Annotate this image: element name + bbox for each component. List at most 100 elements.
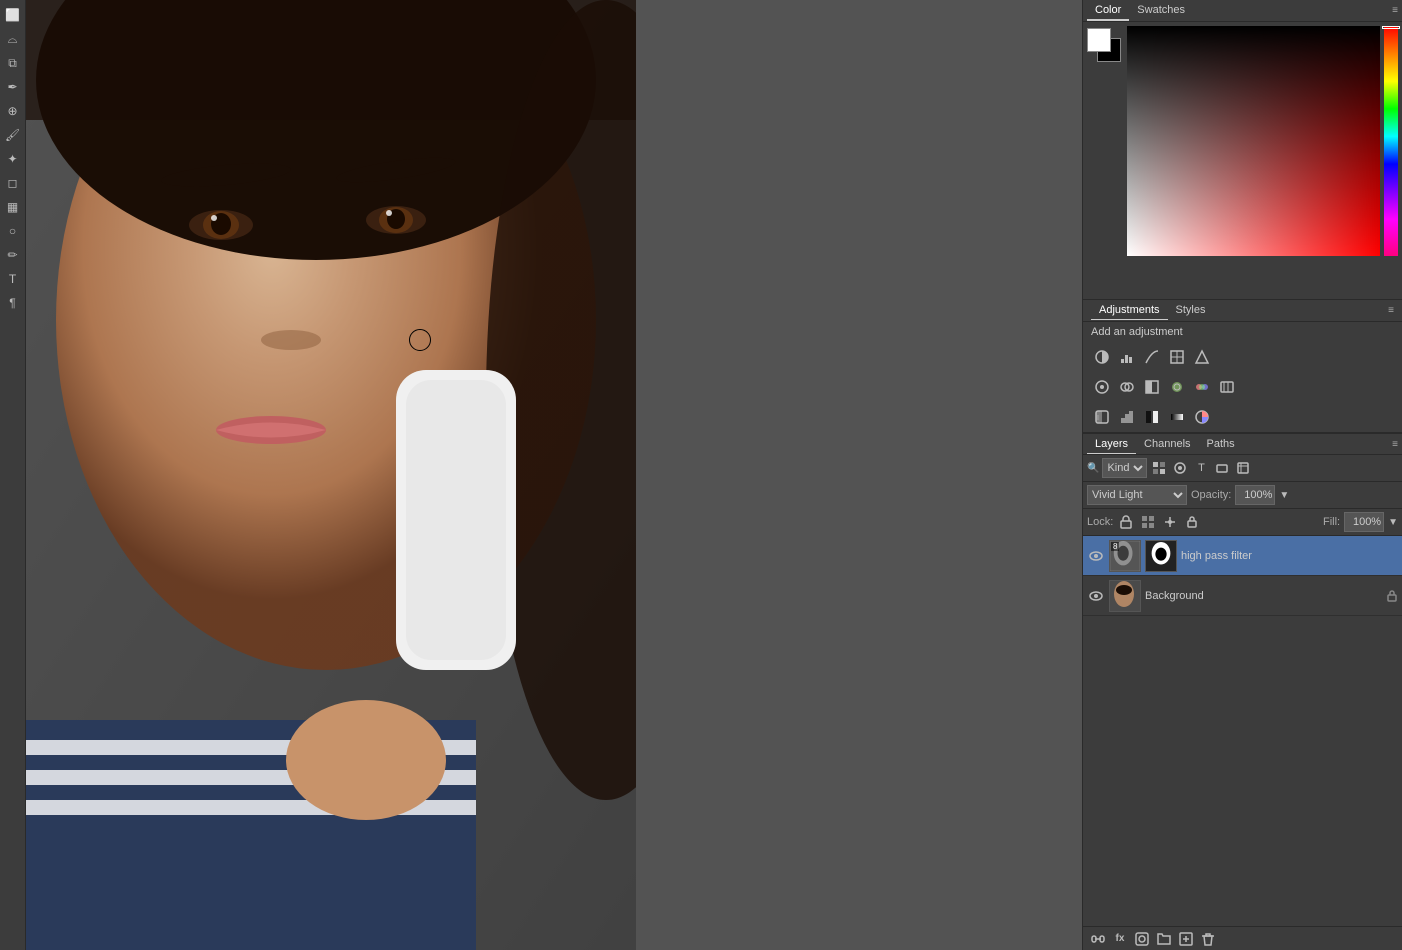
- tab-styles[interactable]: Styles: [1168, 301, 1214, 320]
- lock-all-icon[interactable]: [1183, 513, 1201, 531]
- opacity-label: Opacity:: [1191, 489, 1231, 501]
- svg-text:I: I: [1097, 415, 1099, 422]
- lock-pixels-icon[interactable]: [1117, 513, 1135, 531]
- fill-input[interactable]: 100%: [1344, 512, 1384, 532]
- tab-swatches[interactable]: Swatches: [1129, 1, 1193, 21]
- add-mask-button[interactable]: [1133, 930, 1151, 948]
- type-filter-icon[interactable]: T: [1192, 459, 1210, 477]
- channel-mixer-icon[interactable]: [1191, 376, 1213, 398]
- pixel-filter-icon[interactable]: [1150, 459, 1168, 477]
- lock-position-icon[interactable]: [1161, 513, 1179, 531]
- color-panel-menu[interactable]: ≡: [1392, 5, 1398, 16]
- fg-bg-swatches: [1087, 28, 1121, 62]
- tab-adjustments[interactable]: Adjustments: [1091, 301, 1168, 320]
- layer-mask-thumb: [1145, 540, 1177, 572]
- link-layers-button[interactable]: [1089, 930, 1107, 948]
- tab-paths[interactable]: Paths: [1199, 435, 1243, 454]
- gradient-picker: [1127, 26, 1398, 295]
- new-layer-button[interactable]: [1177, 930, 1195, 948]
- layers-panel: Layers Channels Paths ≡ 🔍 Kind T: [1083, 433, 1402, 950]
- levels-icon[interactable]: [1116, 346, 1138, 368]
- color-gradient-field[interactable]: [1127, 26, 1380, 256]
- dodge-tool[interactable]: ○: [2, 220, 24, 242]
- color-panel: Color Swatches ≡: [1083, 0, 1402, 300]
- layers-kind-row: 🔍 Kind T: [1083, 455, 1402, 482]
- color-lookup-icon[interactable]: [1216, 376, 1238, 398]
- type-tool[interactable]: T: [2, 268, 24, 290]
- pen-tool[interactable]: ✏: [2, 244, 24, 266]
- foreground-swatch[interactable]: [1087, 28, 1111, 52]
- layer-row-background[interactable]: Background: [1083, 576, 1402, 616]
- adjustment-icons-row3: I: [1083, 402, 1402, 432]
- lasso-tool[interactable]: ⌓: [2, 28, 24, 50]
- layers-header: Layers Channels Paths ≡: [1083, 433, 1402, 455]
- add-adjustment-label: Add an adjustment: [1083, 322, 1402, 342]
- spectrum-indicator: [1382, 26, 1400, 29]
- photo-filter-icon[interactable]: [1166, 376, 1188, 398]
- blend-mode-select[interactable]: Vivid Light: [1087, 485, 1187, 505]
- lock-label: Lock:: [1087, 516, 1113, 528]
- vibrance-icon[interactable]: [1191, 346, 1213, 368]
- brightness-contrast-icon[interactable]: [1091, 346, 1113, 368]
- adjustments-panel: Adjustments Styles ≡ Add an adjustment: [1083, 300, 1402, 433]
- right-panel: Color Swatches ≡: [1082, 0, 1402, 950]
- shape-filter-icon[interactable]: [1213, 459, 1231, 477]
- adj-tabs: Adjustments Styles: [1091, 301, 1214, 320]
- crop-tool[interactable]: ⧉: [2, 52, 24, 74]
- canvas-area: [26, 0, 1082, 950]
- gradient-tool[interactable]: ▦: [2, 196, 24, 218]
- fill-arrow[interactable]: ▼: [1388, 517, 1398, 528]
- invert-icon[interactable]: I: [1091, 406, 1113, 428]
- color-picker-area: [1083, 22, 1402, 299]
- layers-tabs: Layers Channels Paths: [1087, 435, 1243, 454]
- layers-bottom-toolbar: fx: [1083, 926, 1402, 950]
- posterize-icon[interactable]: [1116, 406, 1138, 428]
- kind-select[interactable]: Kind: [1102, 458, 1147, 478]
- layer-name-background: Background: [1145, 590, 1382, 602]
- hue-saturation-icon[interactable]: [1091, 376, 1113, 398]
- layer-thumb-background: [1109, 580, 1141, 612]
- layer-visibility-background[interactable]: [1087, 587, 1105, 605]
- brush-tool[interactable]: 🖌: [2, 124, 24, 146]
- fill-label: Fill:: [1323, 516, 1340, 528]
- selective-color-icon[interactable]: [1191, 406, 1213, 428]
- photo-container: [26, 0, 636, 950]
- delete-layer-button[interactable]: [1199, 930, 1217, 948]
- adj-filter-icon[interactable]: [1171, 459, 1189, 477]
- black-white-icon[interactable]: [1141, 376, 1163, 398]
- color-balance-icon[interactable]: [1116, 376, 1138, 398]
- path-selection-tool[interactable]: ¶: [2, 292, 24, 314]
- tab-color[interactable]: Color: [1087, 1, 1129, 21]
- layers-panel-menu[interactable]: ≡: [1392, 439, 1398, 450]
- gradient-map-icon[interactable]: [1166, 406, 1188, 428]
- eyedropper-tool[interactable]: ✒: [2, 76, 24, 98]
- exposure-icon[interactable]: [1166, 346, 1188, 368]
- opacity-arrow[interactable]: ▼: [1279, 490, 1289, 501]
- canvas-image: [26, 0, 636, 950]
- opacity-input[interactable]: 100%: [1235, 485, 1275, 505]
- filter-icon: 🔍: [1087, 463, 1099, 474]
- layer-row-high-pass[interactable]: 8 high pass filter: [1083, 536, 1402, 576]
- lock-image-icon[interactable]: [1139, 513, 1157, 531]
- layer-fx-button[interactable]: fx: [1111, 930, 1129, 948]
- adjustments-panel-menu[interactable]: ≡: [1388, 305, 1394, 316]
- layers-blend-row: Vivid Light Opacity: 100% ▼: [1083, 482, 1402, 509]
- smartobj-filter-icon[interactable]: [1234, 459, 1252, 477]
- threshold-icon[interactable]: [1141, 406, 1163, 428]
- tab-layers[interactable]: Layers: [1087, 435, 1136, 454]
- clone-stamp-tool[interactable]: ✦: [2, 148, 24, 170]
- tab-channels[interactable]: Channels: [1136, 435, 1198, 454]
- adjustments-header: Adjustments Styles ≡: [1083, 300, 1402, 322]
- adjustment-icons-row1: [1083, 342, 1402, 372]
- layers-lock-row: Lock: Fill: 100% ▼: [1083, 509, 1402, 536]
- spectrum-bar[interactable]: [1384, 26, 1398, 256]
- curves-icon[interactable]: [1141, 346, 1163, 368]
- color-swatch-box: [1087, 26, 1123, 295]
- healing-brush-tool[interactable]: ⊕: [2, 100, 24, 122]
- layer-num-badge: 8: [1111, 542, 1119, 551]
- layer-visibility-high-pass[interactable]: [1087, 547, 1105, 565]
- eraser-tool[interactable]: ◻: [2, 172, 24, 194]
- rectangular-marquee-tool[interactable]: ⬜: [2, 4, 24, 26]
- tools-sidebar: ⬜ ⌓ ⧉ ✒ ⊕ 🖌 ✦ ◻ ▦ ○ ✏ T ¶: [0, 0, 26, 950]
- new-group-button[interactable]: [1155, 930, 1173, 948]
